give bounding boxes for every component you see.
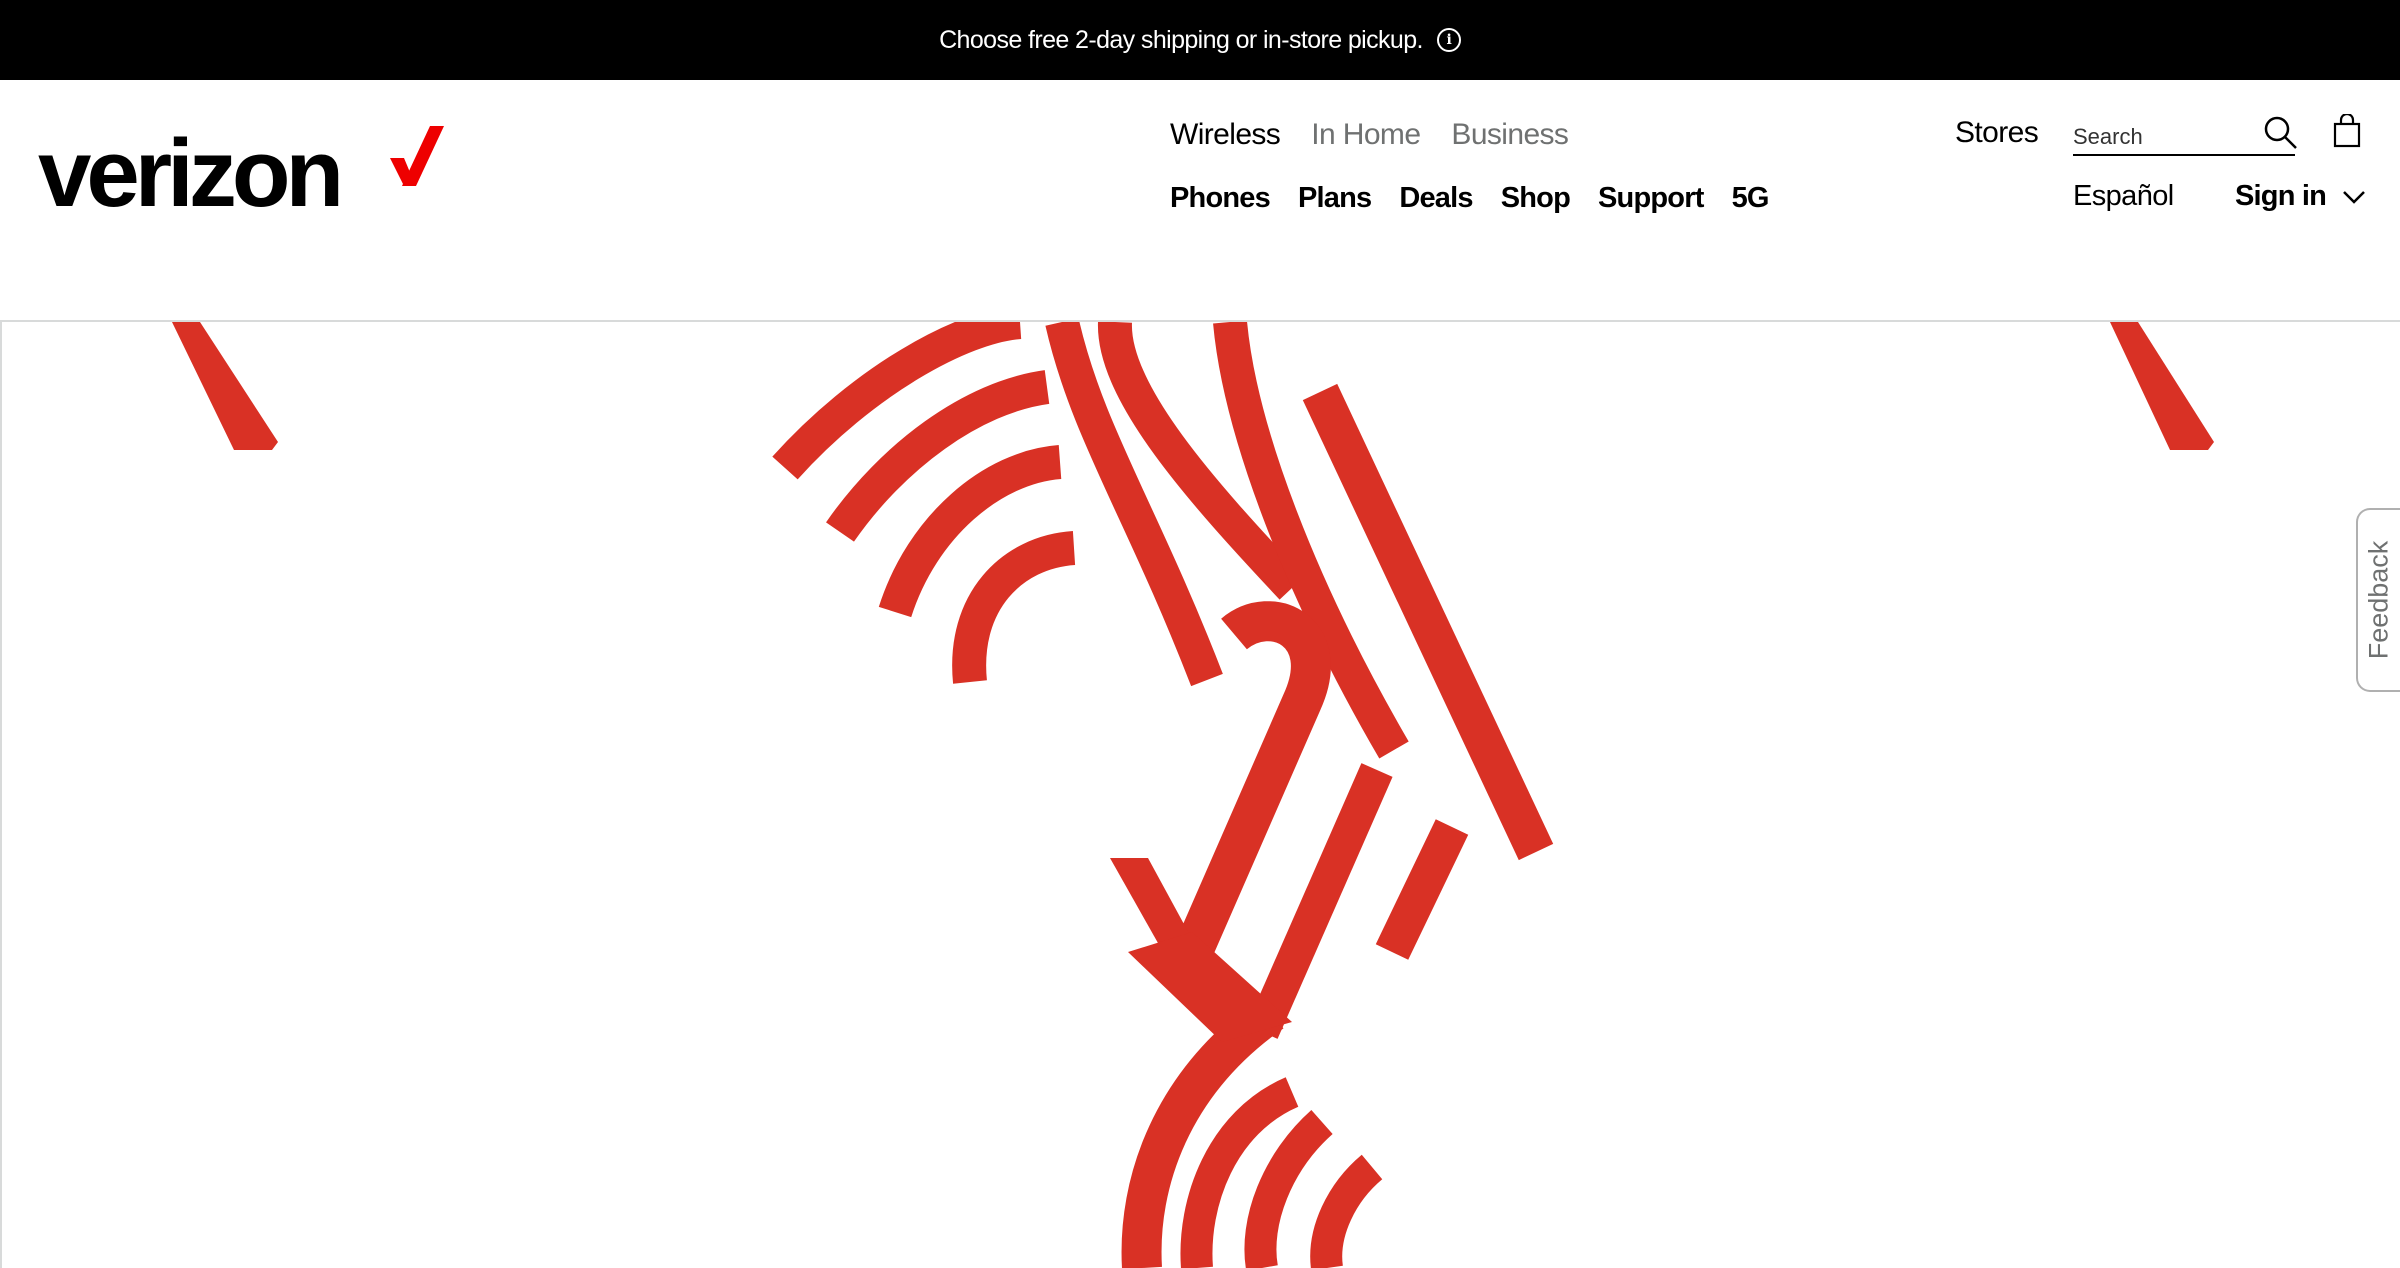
promo-text: Choose free 2-day shipping or in-store p… xyxy=(939,25,1423,54)
shopping-bag-icon[interactable] xyxy=(2333,114,2361,148)
language-toggle[interactable]: Español xyxy=(2073,180,2174,213)
hero-banner xyxy=(0,322,2400,1268)
nav-in-home[interactable]: In Home xyxy=(1311,118,1421,152)
nav-phones[interactable]: Phones xyxy=(1170,182,1271,215)
chevron-down-icon xyxy=(2343,190,2365,204)
abstract-red-graphic xyxy=(172,322,2214,1268)
checkmark-icon xyxy=(390,126,444,186)
logo-wordmark: verizon xyxy=(38,120,344,227)
nav-support[interactable]: Support xyxy=(1598,182,1704,215)
verizon-logo[interactable]: verizon xyxy=(38,120,444,227)
promo-bar: Choose free 2-day shipping or in-store p… xyxy=(0,0,2400,80)
nav-shop[interactable]: Shop xyxy=(1501,182,1571,215)
feedback-label: Feedback xyxy=(2363,540,2394,660)
info-icon[interactable]: i xyxy=(1436,28,1461,52)
nav-main: Phones Plans Deals Shop Support 5G xyxy=(1170,182,1769,215)
nav-deals[interactable]: Deals xyxy=(1399,182,1473,215)
nav-segments: Wireless In Home Business xyxy=(1170,118,1569,152)
nav-wireless[interactable]: Wireless xyxy=(1170,118,1281,152)
nav-plans[interactable]: Plans xyxy=(1298,182,1372,215)
stores-link[interactable]: Stores xyxy=(1955,116,2039,150)
signin-label: Sign in xyxy=(2235,180,2327,212)
search-icon[interactable] xyxy=(2262,114,2298,150)
signin-button[interactable]: Sign in xyxy=(2235,180,2366,213)
feedback-tab[interactable]: Feedback xyxy=(2356,508,2400,692)
nav-business[interactable]: Business xyxy=(1451,118,1569,152)
site-header: verizon Wireless In Home Business Phones… xyxy=(0,80,2400,322)
nav-5g[interactable]: 5G xyxy=(1732,182,1770,215)
search-input[interactable] xyxy=(2073,122,2243,152)
